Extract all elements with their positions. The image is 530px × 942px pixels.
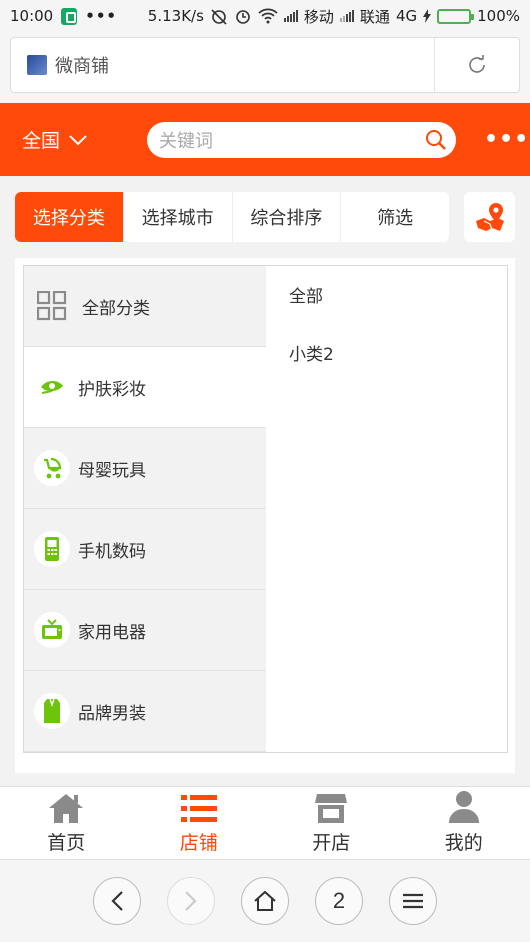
category-panel-inner: 全部分类 护肤彩妆 母婴玩具 手机数码 家用电器 品牌男装 全部 小类2 bbox=[23, 265, 508, 753]
tabs-count-button[interactable]: 2 bbox=[315, 877, 363, 925]
tab-sort[interactable]: 综合排序 bbox=[231, 192, 341, 242]
page-header: 全国 关键词 ••• bbox=[0, 103, 530, 176]
site-favicon bbox=[27, 55, 47, 75]
tabbar-label: 我的 bbox=[444, 832, 483, 854]
category-label: 护肤彩妆 bbox=[78, 379, 146, 400]
alarm-clock-icon bbox=[236, 10, 250, 24]
address-text[interactable]: 微商铺 bbox=[55, 52, 434, 78]
signal-bars-icon bbox=[283, 10, 298, 22]
tabbar-label: 首页 bbox=[47, 832, 86, 854]
forward-button[interactable] bbox=[167, 877, 215, 925]
notification-dots: ••• bbox=[85, 7, 117, 25]
map-pin-icon bbox=[475, 203, 504, 231]
bottom-tab-bar: 首页 店铺 开店 我的 bbox=[0, 786, 530, 859]
home-icon bbox=[49, 794, 84, 823]
network-speed: 5.13K/s bbox=[147, 7, 204, 25]
tabbar-label: 店铺 bbox=[179, 832, 218, 854]
grid-icon bbox=[34, 288, 70, 324]
category-item-appliances[interactable]: 家用电器 bbox=[24, 590, 266, 671]
category-item-phones-digital[interactable]: 手机数码 bbox=[24, 509, 266, 590]
subcategory-list: 全部 小类2 bbox=[266, 266, 507, 752]
signal-bars-icon bbox=[339, 10, 354, 22]
store-icon bbox=[315, 794, 348, 823]
list-icon bbox=[180, 795, 217, 822]
menu-button[interactable] bbox=[389, 877, 437, 925]
category-label: 母婴玩具 bbox=[78, 460, 146, 481]
eye-makeup-icon bbox=[34, 369, 70, 405]
category-label: 手机数码 bbox=[78, 541, 146, 562]
category-item-skincare[interactable]: 护肤彩妆 bbox=[24, 347, 266, 428]
filter-tabs: 选择分类 选择城市 综合排序 筛选 bbox=[15, 192, 449, 242]
tab-select-city[interactable]: 选择城市 bbox=[122, 192, 232, 242]
tabbar-home[interactable]: 首页 bbox=[0, 787, 133, 859]
clothing-icon bbox=[34, 693, 70, 729]
battery-icon bbox=[437, 8, 475, 24]
stroller-icon bbox=[34, 450, 70, 486]
carrier-2: 联通 bbox=[359, 7, 390, 26]
tabbar-mine[interactable]: 我的 bbox=[398, 787, 530, 859]
status-bar: 10:00 ••• 5.13K/s 移动 联通 4G 100% bbox=[0, 0, 530, 32]
search-placeholder: 关键词 bbox=[159, 130, 213, 152]
chevron-right-icon bbox=[185, 891, 197, 911]
charging-bolt-icon bbox=[423, 9, 432, 23]
tabbar-label: 开店 bbox=[312, 832, 351, 854]
reload-icon bbox=[469, 55, 485, 73]
tabbar-shops[interactable]: 店铺 bbox=[133, 787, 266, 859]
chevron-left-icon bbox=[111, 891, 123, 911]
tab-select-category[interactable]: 选择分类 bbox=[15, 192, 123, 242]
battery-percent: 100% bbox=[477, 7, 520, 25]
search-button[interactable] bbox=[416, 129, 456, 151]
home-outline-icon bbox=[254, 890, 276, 911]
home-button[interactable] bbox=[241, 877, 289, 925]
hamburger-menu-icon bbox=[403, 893, 423, 909]
network-type: 4G bbox=[395, 7, 418, 25]
region-label: 全国 bbox=[22, 130, 61, 152]
alarm-off-icon bbox=[211, 9, 227, 25]
status-time: 10:00 bbox=[10, 7, 54, 25]
category-label: 品牌男装 bbox=[78, 703, 146, 724]
category-label: 家用电器 bbox=[78, 622, 146, 643]
browser-address-bar: 微商铺 bbox=[0, 32, 530, 103]
reload-button[interactable] bbox=[435, 37, 519, 93]
category-item-baby-toys[interactable]: 母婴玩具 bbox=[24, 428, 266, 509]
user-icon bbox=[448, 791, 479, 823]
back-button[interactable] bbox=[93, 877, 141, 925]
category-item-all[interactable]: 全部分类 bbox=[24, 266, 266, 347]
category-label: 全部分类 bbox=[82, 298, 150, 319]
phone-icon bbox=[34, 531, 70, 567]
browser-nav-bar: 2 bbox=[0, 859, 530, 942]
subcategory-item[interactable]: 全部 bbox=[266, 282, 507, 340]
more-menu-button[interactable]: ••• bbox=[484, 127, 529, 152]
region-selector[interactable]: 全国 bbox=[22, 126, 132, 153]
subcategory-item[interactable]: 小类2 bbox=[266, 340, 507, 398]
wifi-icon bbox=[258, 8, 278, 24]
search-icon bbox=[426, 129, 446, 150]
tabbar-open-store[interactable]: 开店 bbox=[265, 787, 398, 859]
carrier-1: 移动 bbox=[303, 7, 334, 26]
tv-icon bbox=[34, 612, 70, 648]
map-button[interactable] bbox=[464, 192, 515, 242]
security-shield-icon bbox=[61, 7, 78, 25]
category-panel: 全部分类 护肤彩妆 母婴玩具 手机数码 家用电器 品牌男装 全部 小类2 bbox=[15, 258, 515, 773]
category-list: 全部分类 护肤彩妆 母婴玩具 手机数码 家用电器 品牌男装 bbox=[24, 266, 266, 752]
category-item-menswear[interactable]: 品牌男装 bbox=[24, 671, 266, 752]
search-input[interactable]: 关键词 bbox=[147, 121, 456, 158]
chevron-down-icon bbox=[69, 134, 87, 145]
tab-filter[interactable]: 筛选 bbox=[340, 192, 449, 242]
address-field[interactable]: 微商铺 bbox=[10, 37, 520, 93]
